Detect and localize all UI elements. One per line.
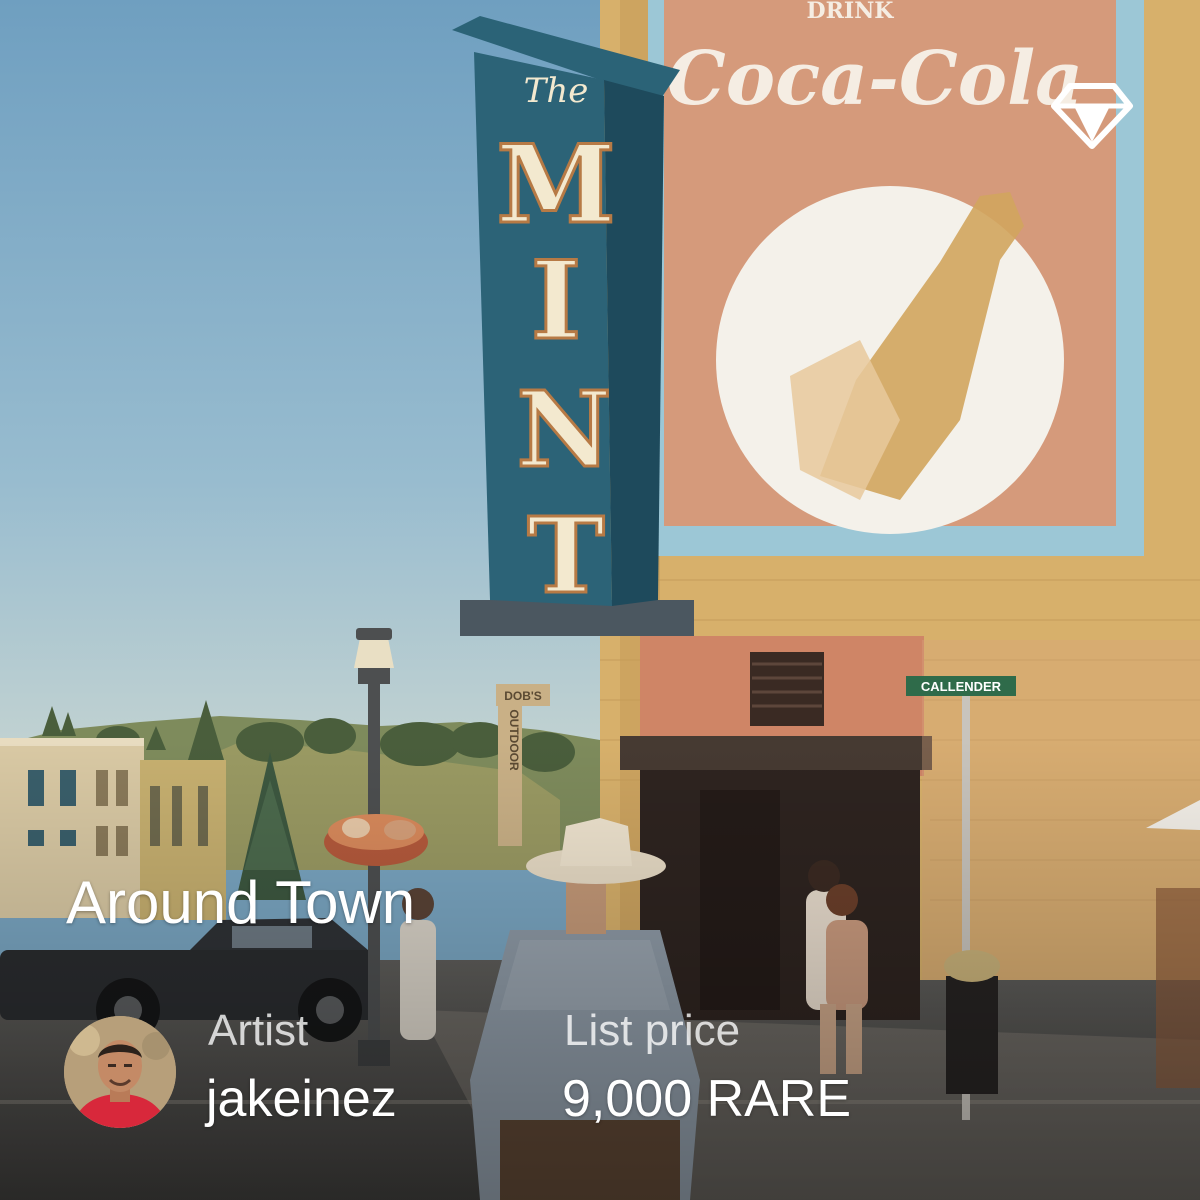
artist-name-link[interactable]: jakeinez <box>206 1068 397 1130</box>
artist-label: Artist <box>208 1006 309 1055</box>
nft-card[interactable]: DOB'S OUTDOOR DRINK Coca-Cola CALLENDER … <box>0 0 1200 1200</box>
list-price-label: List price <box>564 1006 741 1055</box>
list-price-value: 9,000 RARE <box>562 1070 852 1128</box>
svg-text:I: I <box>531 238 582 364</box>
svg-text:CALLENDER: CALLENDER <box>921 679 1002 694</box>
svg-text:OUTDOOR: OUTDOOR <box>507 709 521 771</box>
diamond-badge-button[interactable] <box>1048 72 1136 152</box>
svg-text:The: The <box>524 71 589 111</box>
artist-avatar[interactable] <box>64 1016 176 1128</box>
svg-text:DOB'S: DOB'S <box>504 689 542 703</box>
awning <box>620 736 932 770</box>
svg-text:N: N <box>516 368 611 491</box>
svg-text:T: T <box>527 494 604 617</box>
svg-text:Coca-Cola: Coca-Cola <box>667 36 1083 122</box>
svg-text:DRINK: DRINK <box>807 0 895 24</box>
avatar-image <box>64 1016 176 1128</box>
svg-text:M: M <box>496 122 616 248</box>
diamond-icon <box>1051 83 1133 149</box>
planter <box>946 976 998 1094</box>
artwork-title: Around Town <box>66 869 416 936</box>
